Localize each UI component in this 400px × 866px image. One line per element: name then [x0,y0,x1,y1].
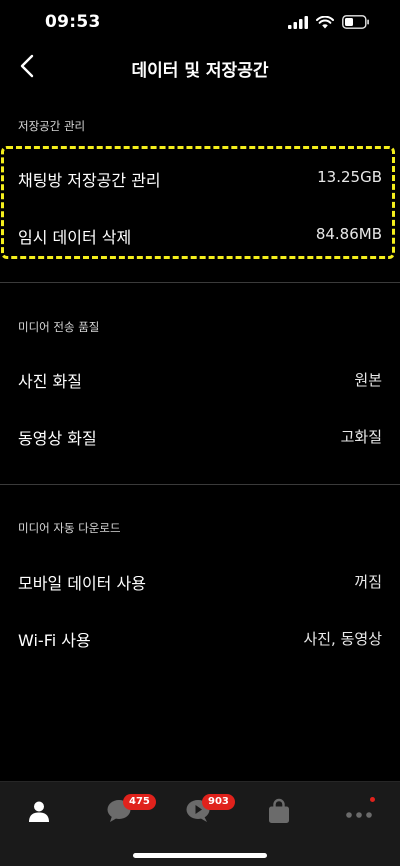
row-value: 원본 [354,371,382,389]
page-title: 데이터 및 저장공간 [131,61,269,81]
tab-openchat[interactable]: 903 [178,794,235,830]
tab-friends[interactable] [19,796,59,830]
row-value: 꺼짐 [354,573,382,591]
chat-badge: 475 [123,794,156,810]
row-label: Wi-Fi 사용 [18,631,91,650]
row-value: 사진, 동영상 [303,630,382,648]
cellular-signal-icon [288,14,308,33]
tab-more[interactable] [339,796,379,830]
tab-shopping[interactable] [259,796,299,830]
tab-chats[interactable]: 475 [99,794,156,830]
section-header-media-quality: 미디어 전송 품질 [18,320,100,334]
divider [0,484,400,485]
row-label: 동영상 화질 [18,429,97,448]
wifi-usage-row[interactable]: Wi-Fi 사용 사진, 동영상 [0,610,400,668]
row-value: 고화질 [340,428,382,446]
wifi-icon [316,14,334,33]
video-quality-row[interactable]: 동영상 화질 고화질 [0,408,400,466]
status-icons [288,14,370,33]
more-dots-icon [345,804,373,823]
status-time: 09:53 [45,12,101,32]
status-bar: 09:53 [0,0,400,46]
navigation-bar: 데이터 및 저장공간 [0,46,400,90]
row-label: 모바일 데이터 사용 [18,574,146,593]
section-header-storage: 저장공간 관리 [18,119,86,133]
person-icon [27,799,51,827]
divider [0,282,400,283]
shopping-bag-icon [267,798,291,828]
row-label: 사진 화질 [18,372,82,391]
highlight-annotation [1,146,395,259]
openchat-badge: 903 [202,794,235,810]
new-indicator-dot [370,797,375,802]
battery-icon [342,14,370,33]
section-header-auto-download: 미디어 자동 다운로드 [18,521,121,535]
tab-bar: 475 903 [0,781,400,866]
photo-quality-row[interactable]: 사진 화질 원본 [0,351,400,409]
mobile-data-row[interactable]: 모바일 데이터 사용 꺼짐 [0,553,400,611]
home-indicator [133,853,267,858]
